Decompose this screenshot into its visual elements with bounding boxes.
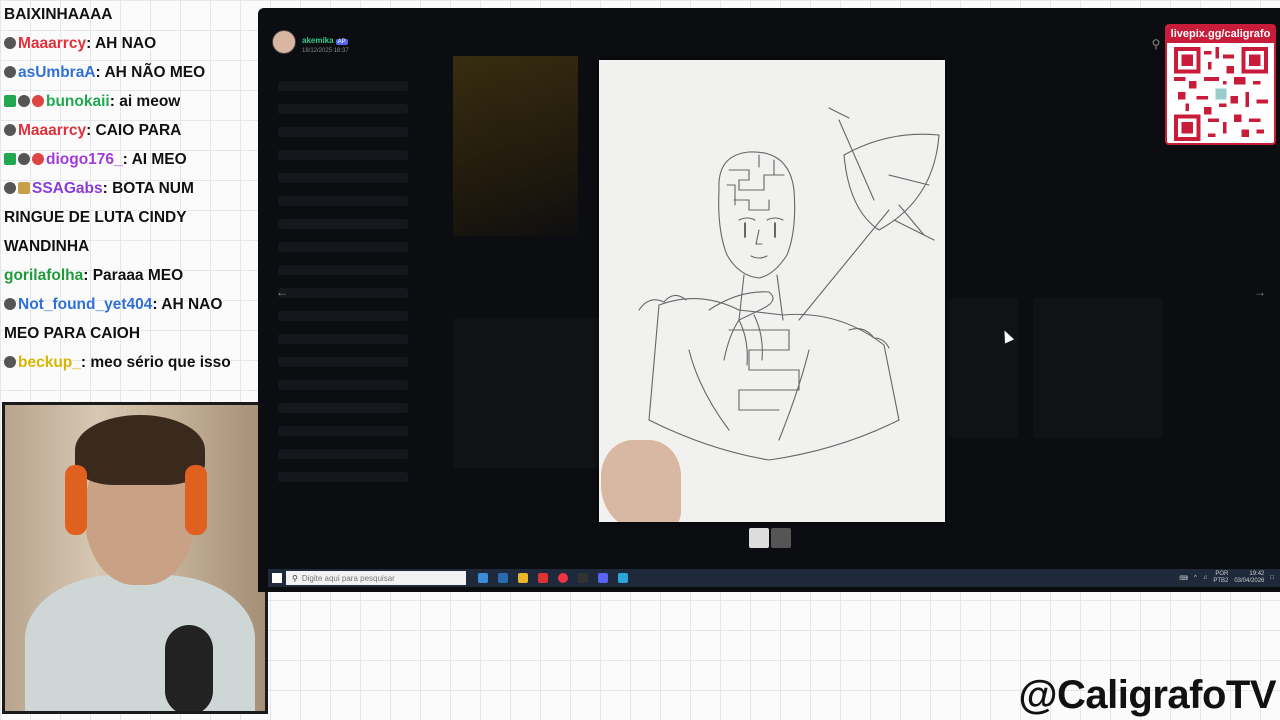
qr-code-icon	[1174, 47, 1268, 141]
clock[interactable]: 19:42 03/04/2026	[1234, 571, 1264, 585]
windows-taskbar: ⚲ ⌨ ^ ♫ POR PTB2 19:42 03/04/2026	[268, 569, 1280, 587]
background-thumbnail	[1033, 298, 1163, 438]
thumbnail-1[interactable]	[749, 528, 769, 548]
chat-message: Not_found_yet404: AH NAO MEO PARA CAIOH	[4, 296, 223, 342]
windows-start-icon[interactable]	[272, 573, 282, 583]
language-indicator[interactable]: POR PTB2	[1213, 571, 1228, 585]
screen-capture: akemika AP 18/12/2025 18:37 ← → ⚲ ⚲ Digi…	[258, 8, 1280, 592]
chevron-up-icon[interactable]: ^	[1194, 575, 1197, 581]
file-explorer-icon[interactable]	[518, 573, 528, 583]
chat-username[interactable]: asUmbraA	[18, 64, 96, 81]
app-icon-2[interactable]	[618, 573, 628, 583]
task-view-icon[interactable]	[478, 573, 488, 583]
chat-badge-icon	[4, 37, 16, 49]
pencil-drawing-image[interactable]	[599, 60, 945, 522]
uploader-name[interactable]: akemika	[302, 36, 334, 45]
headset-right	[185, 465, 207, 535]
edge-icon[interactable]	[498, 573, 508, 583]
chat-text: ai meow	[119, 93, 181, 110]
upload-date: 18/12/2025 18:37	[302, 48, 349, 54]
holding-hand	[601, 440, 681, 522]
chat-username[interactable]: beckup_	[18, 354, 81, 371]
background-thumbnail	[453, 318, 613, 468]
chat-text: WANDINHA	[4, 238, 90, 255]
donation-qr-card: livepix.gg/caligrafo	[1165, 24, 1276, 145]
chat-badge-icon	[4, 95, 16, 107]
chat-message: gorilafolha: Paraaa MEO	[4, 267, 184, 284]
image-thumbnails	[749, 528, 791, 548]
chat-message: Maaarrcy: AH NAO	[0, 29, 258, 58]
chat-text: Paraaa MEO	[92, 267, 184, 284]
discord-icon[interactable]	[598, 573, 608, 583]
chevron-left-icon[interactable]: ←	[274, 284, 290, 300]
chat-message: WANDINHA	[0, 232, 258, 261]
chat-username[interactable]: Maaarrcy	[18, 122, 86, 139]
chevron-right-icon[interactable]: →	[1252, 284, 1268, 300]
uploader-tag: AP	[335, 39, 348, 45]
chat-username[interactable]: bunokaii	[46, 93, 110, 110]
chat-overlay: BAIXINHAAAA Maaarrcy: AH NAO asUmbraA: AH …	[0, 0, 258, 400]
notifications-icon[interactable]: □	[1270, 575, 1274, 581]
chat-username[interactable]: SSAGabs	[32, 180, 103, 197]
chat-badge-icon	[4, 124, 16, 136]
search-icon: ⚲	[292, 573, 298, 583]
channel-list	[268, 68, 418, 558]
avatar	[272, 30, 296, 54]
app-icon[interactable]	[538, 573, 548, 583]
obs-icon[interactable]	[578, 573, 588, 583]
chat-badge-icon	[4, 356, 16, 368]
webcam-feed	[2, 402, 268, 714]
chat-badge-icon	[4, 182, 16, 194]
thumbnail-2[interactable]	[771, 528, 791, 548]
background-image-post	[453, 56, 578, 236]
qr-url: livepix.gg/caligrafo	[1167, 26, 1274, 43]
chat-text: AI MEO	[131, 151, 187, 168]
chat-text: meo sério que isso	[90, 354, 231, 371]
chat-username[interactable]: Not_found_yet404	[18, 296, 152, 313]
chat-text: AH NÃO MEO	[104, 64, 206, 81]
chat-username[interactable]: gorilafolha	[4, 267, 83, 284]
chat-text: BAIXINHAAAA	[4, 6, 113, 23]
taskbar-search-input[interactable]	[301, 573, 452, 583]
background-thumbnail	[948, 298, 1018, 438]
taskbar-search[interactable]: ⚲	[286, 571, 466, 585]
chat-message: bunokaii: ai meow	[0, 87, 258, 116]
headset-left	[65, 465, 87, 535]
zoom-icon[interactable]: ⚲	[1148, 36, 1164, 52]
chat-badge-icon	[18, 182, 30, 194]
chat-message: asUmbraA: AH NÃO MEO	[0, 58, 258, 87]
chat-username[interactable]: diogo176_	[46, 151, 123, 168]
keyboard-icon[interactable]: ⌨	[1179, 575, 1188, 582]
chat-message: SSAGabs: BOTA NUM RINGUE DE LUTA CINDY	[4, 180, 194, 226]
chat-badge-icon	[4, 153, 16, 165]
chat-text: CAIO PARA	[95, 122, 182, 139]
chat-message: beckup_: meo sério que isso	[0, 348, 258, 377]
chat-badge-icon	[4, 66, 16, 78]
system-tray: ⌨ ^ ♫ POR PTB2 19:42 03/04/2026 □	[1179, 571, 1280, 585]
chat-badge-icon	[32, 95, 44, 107]
streamer-shirt	[25, 575, 255, 711]
channel-handle: @CaligrafoTV	[1018, 673, 1277, 717]
chat-badge-icon	[32, 153, 44, 165]
taskbar-apps	[478, 573, 628, 583]
chat-message: Maaarrcy: CAIO PARA	[0, 116, 258, 145]
chat-text: AH NAO	[94, 35, 157, 52]
chat-badge-icon	[4, 298, 16, 310]
chat-message: BAIXINHAAAA	[0, 0, 258, 29]
image-uploader: akemika AP 18/12/2025 18:37	[272, 30, 349, 54]
volume-icon[interactable]: ♫	[1203, 575, 1208, 581]
chat-badge-icon	[18, 153, 30, 165]
chat-username[interactable]: Maaarrcy	[18, 35, 86, 52]
chat-message: diogo176_: AI MEO	[0, 145, 258, 174]
chrome-icon[interactable]	[558, 573, 568, 583]
microphone	[165, 625, 213, 711]
chat-badge-icon	[18, 95, 30, 107]
